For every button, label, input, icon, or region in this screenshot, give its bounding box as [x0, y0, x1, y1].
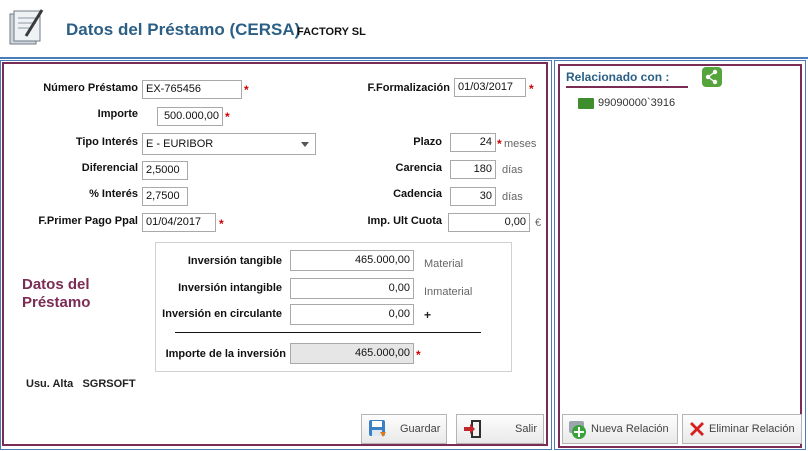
required-mark: * — [497, 137, 502, 151]
salir-label: Salir — [515, 423, 538, 435]
inversion-intangible-field[interactable]: 0,00 — [290, 278, 414, 299]
salir-button[interactable]: Salir — [456, 414, 544, 444]
share-icon[interactable] — [702, 67, 722, 87]
f-primer-pago-field[interactable]: 01/04/2017 — [142, 213, 216, 232]
inversion-tangible-note: Material — [424, 258, 464, 270]
cadencia-label: Cadencia — [393, 188, 442, 200]
page-title: Datos del Préstamo (CERSA) — [66, 20, 301, 39]
f-formalizacion-field[interactable]: 01/03/2017 — [454, 78, 526, 97]
carencia-field[interactable]: 180 — [450, 160, 496, 179]
section-title-line2: Préstamo — [22, 294, 91, 311]
inversion-tangible-label: Inversión tangible — [187, 255, 282, 267]
nueva-relacion-label: Nueva Relación — [591, 423, 669, 435]
usu-alta: Usu. Alta SGRSOFT — [26, 378, 136, 390]
delete-icon — [687, 419, 707, 439]
plazo-unit: meses — [504, 138, 537, 150]
pct-interes-label: % Interés — [89, 188, 138, 200]
app-logo-icon — [6, 6, 48, 48]
header-divider — [0, 57, 808, 59]
plazo-field[interactable]: 24 — [450, 133, 496, 152]
usu-alta-label: Usu. Alta — [26, 378, 74, 390]
guardar-label: Guardar — [400, 423, 441, 435]
importe-field[interactable]: 500.000,00 — [157, 107, 223, 126]
tree-item-label: 99090000`3916 — [598, 97, 676, 109]
carencia-unit: días — [502, 164, 523, 176]
save-icon — [368, 419, 388, 439]
exit-icon — [463, 419, 483, 439]
company-name: FACTORY SL — [297, 26, 366, 38]
relacionado-underline — [566, 86, 688, 88]
importe-inversion-label: Importe de la inversión — [165, 348, 286, 360]
diferencial-label: Diferencial — [81, 162, 138, 174]
required-mark: * — [244, 83, 249, 97]
section-title: Datos del Préstamo — [22, 276, 90, 312]
tipo-interes-value: E - EURIBOR — [146, 138, 214, 150]
plus-sign: + — [424, 308, 432, 322]
tipo-interes-label: Tipo Interés — [75, 136, 138, 148]
required-mark: * — [529, 82, 534, 96]
required-mark: * — [225, 110, 230, 124]
required-mark: * — [416, 348, 421, 362]
imp-ult-cuota-label: Imp. Ult Cuota — [367, 215, 442, 227]
importe-inversion-field: 465.000,00 — [290, 343, 414, 364]
folder-icon — [578, 98, 594, 109]
importe-label: Importe — [97, 108, 138, 120]
carencia-label: Carencia — [395, 162, 442, 174]
cadencia-unit: días — [502, 191, 523, 203]
plazo-label: Plazo — [413, 136, 442, 148]
cadencia-field[interactable]: 30 — [450, 187, 496, 206]
inversion-circulante-label: Inversión en circulante — [162, 308, 282, 320]
nueva-relacion-button[interactable]: Nueva Relación — [562, 414, 678, 444]
sum-separator — [175, 332, 481, 333]
diferencial-field[interactable]: 2,5000 — [142, 161, 188, 180]
imp-ult-cuota-field[interactable]: 0,00 — [448, 213, 530, 232]
inversion-tangible-field[interactable]: 465.000,00 — [290, 250, 414, 271]
tipo-interes-select[interactable]: E - EURIBOR — [142, 133, 316, 155]
numero-prestamo-label: Número Préstamo — [43, 82, 138, 94]
numero-prestamo-field[interactable]: EX-765456 — [142, 80, 242, 99]
related-panel — [558, 64, 802, 448]
eliminar-relacion-label: Eliminar Relación — [709, 423, 795, 435]
required-mark: * — [219, 217, 224, 231]
inversion-circulante-field[interactable]: 0,00 — [290, 304, 414, 325]
f-primer-pago-label: F.Primer Pago Ppal — [38, 215, 138, 227]
section-title-line1: Datos del — [22, 276, 90, 293]
f-formalizacion-label: F.Formalización — [367, 82, 450, 94]
inversion-intangible-note: Inmaterial — [424, 286, 473, 298]
eliminar-relacion-button[interactable]: Eliminar Relación — [682, 414, 802, 444]
guardar-button[interactable]: Guardar — [361, 414, 447, 444]
imp-ult-cuota-unit: € — [535, 217, 542, 229]
add-icon — [567, 418, 589, 440]
inversion-intangible-label: Inversión intangible — [178, 282, 282, 294]
tree-item[interactable]: 99090000`3916 — [578, 96, 778, 112]
pct-interes-field[interactable]: 2,7500 — [142, 187, 188, 206]
usu-alta-value: SGRSOFT — [82, 378, 136, 390]
chevron-down-icon — [301, 142, 309, 147]
relacionado-title: Relacionado con : — [566, 70, 670, 84]
